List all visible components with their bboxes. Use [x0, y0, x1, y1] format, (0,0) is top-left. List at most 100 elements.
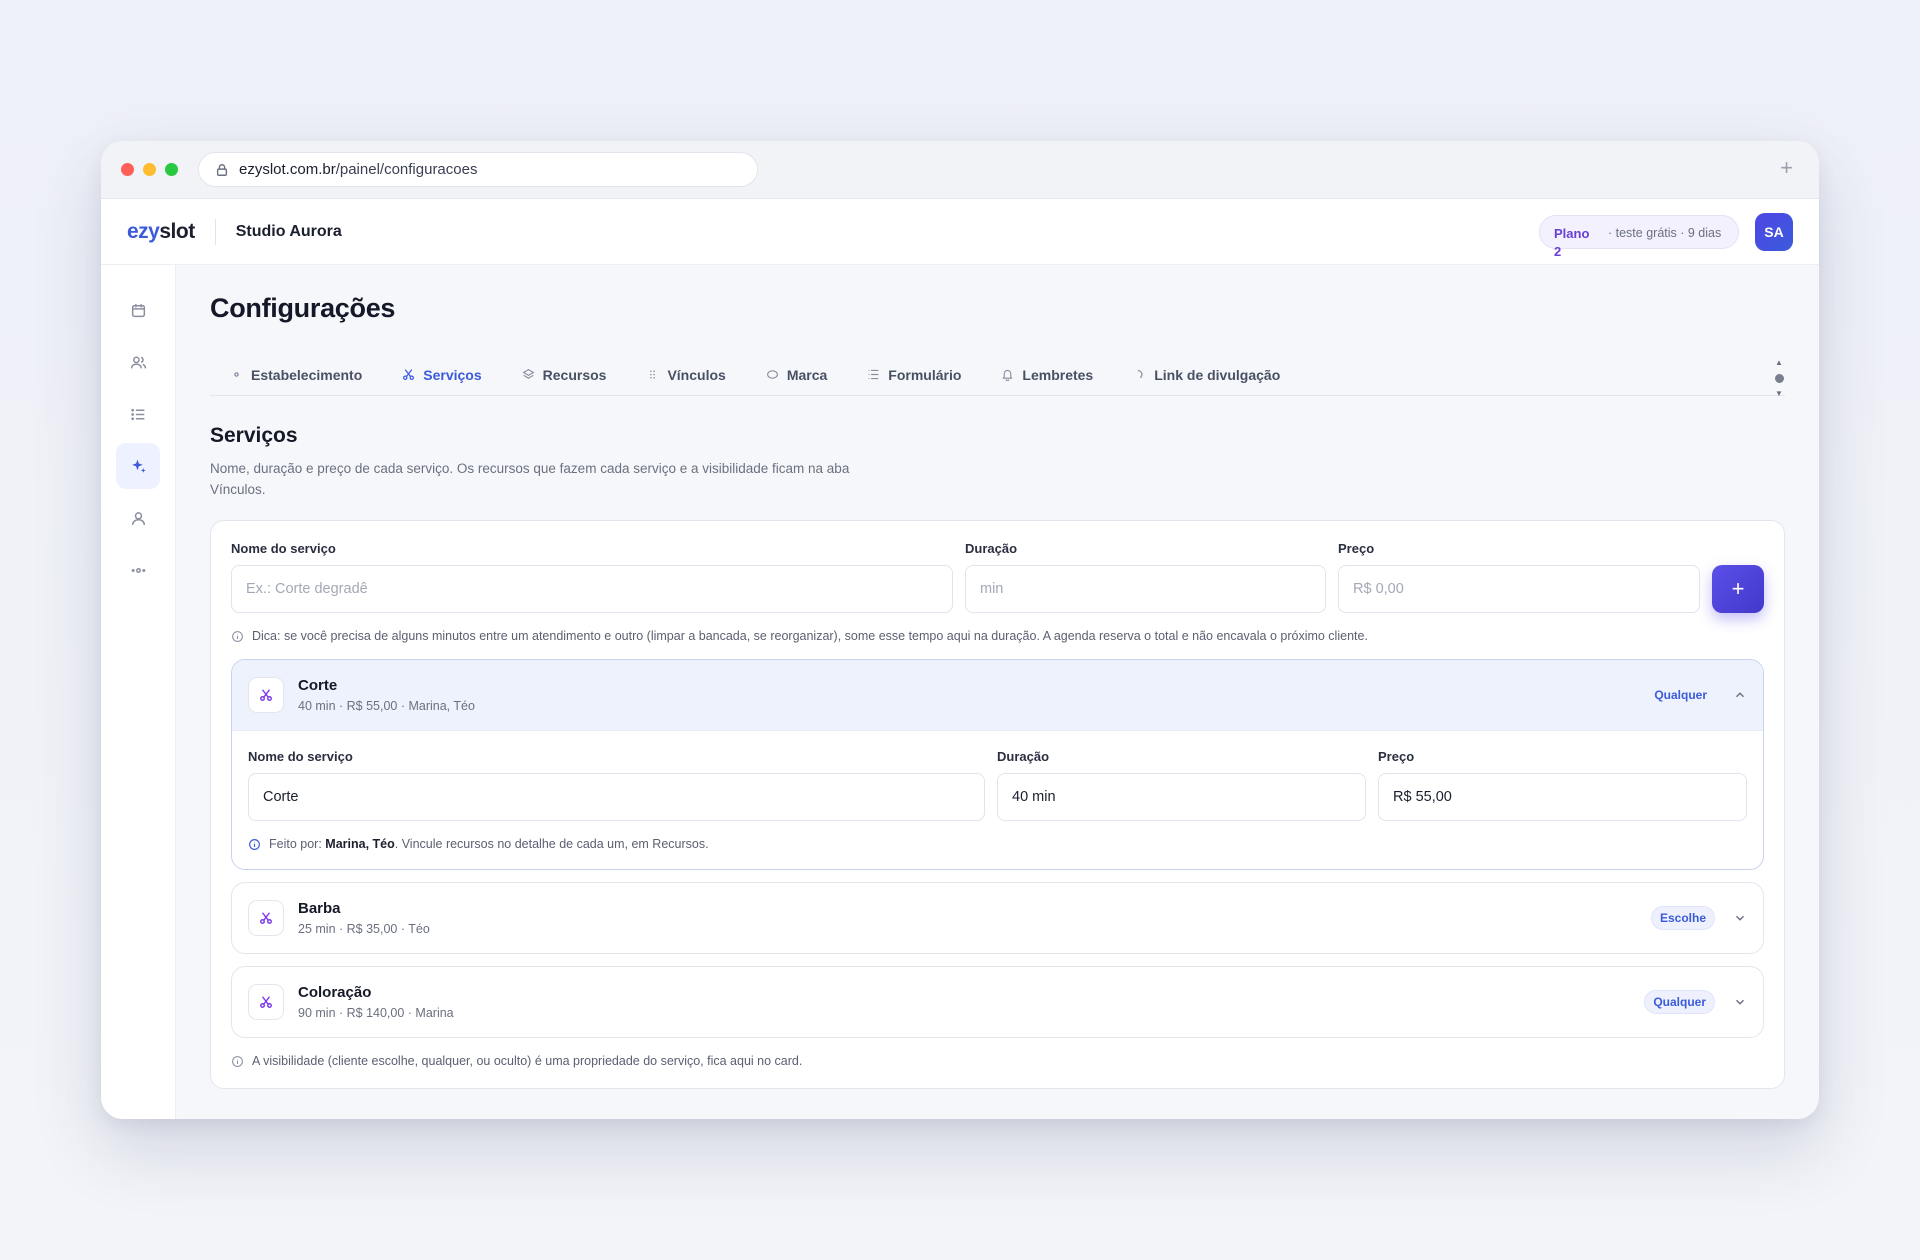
service-header[interactable]: Barba 25 min · R$ 35,00 · Téo Escolhe — [232, 883, 1763, 953]
studio-name: Studio Aurora — [235, 222, 342, 240]
tab-formulario[interactable]: Formulário — [847, 354, 981, 396]
tab-recursos[interactable]: Recursos — [502, 354, 627, 396]
tab-label: Recursos — [542, 366, 607, 383]
close-window-button[interactable] — [121, 163, 134, 176]
scroll-up-icon[interactable]: ▲ — [1775, 358, 1783, 367]
new-name-label: Nome do serviço — [231, 541, 336, 556]
sidebar-item-profile[interactable] — [116, 495, 160, 541]
service-name: Barba — [298, 900, 341, 917]
section-title: Serviços — [210, 424, 298, 447]
edit-price-label: Preço — [1378, 749, 1415, 764]
sidebar-item-list[interactable] — [116, 391, 160, 437]
visibility-tip-text: A visibilidade (cliente escolhe, qualque… — [252, 1054, 803, 1068]
service-meta: 40 min · R$ 55,00 · Marina, Téo — [298, 699, 475, 713]
new-duration-label: Duração — [965, 541, 1018, 556]
info-icon — [249, 838, 260, 850]
visibility-badge[interactable]: Qualquer — [1646, 684, 1715, 706]
list-icon — [130, 408, 144, 420]
chevron-down-icon[interactable] — [1733, 911, 1747, 925]
new-service-name-input[interactable]: Ex.: Corte degradê — [231, 565, 953, 613]
service-header[interactable]: Corte 40 min · R$ 55,00 · Marina, Téo Qu… — [232, 660, 1763, 730]
edit-service-duration-input[interactable]: 40 min — [997, 773, 1366, 821]
service-item-barba: Barba 25 min · R$ 35,00 · Téo Escolhe — [231, 882, 1764, 954]
tab-label: Marca — [786, 366, 828, 383]
app-logo[interactable]: ezyslot — [127, 220, 195, 244]
tab-label: Vínculos — [667, 366, 726, 383]
layers-icon — [522, 368, 535, 379]
minimize-window-button[interactable] — [143, 163, 156, 176]
tab-vinculos[interactable]: Vínculos — [626, 354, 745, 396]
info-icon — [232, 630, 243, 642]
new-price-label: Preço — [1338, 541, 1375, 556]
new-name-field: Nome do serviço Ex.: Corte degradê — [231, 541, 953, 613]
info-icon — [232, 1055, 243, 1067]
sidebar-item-more[interactable] — [116, 547, 160, 593]
service-name: Coloração — [298, 984, 372, 1001]
lock-icon — [216, 163, 228, 176]
tab-lembretes[interactable]: Lembretes — [981, 354, 1113, 396]
chevron-up-icon[interactable] — [1733, 688, 1747, 702]
tab-marca[interactable]: Marca — [746, 354, 847, 396]
new-tab-button[interactable]: + — [1780, 155, 1793, 181]
service-detail: Nome do serviço Corte Duração 40 min Pre… — [232, 730, 1763, 869]
tab-label: Link de divulgação — [1154, 366, 1281, 383]
link-icon — [1137, 369, 1143, 379]
edit-service-name-input[interactable]: Corte — [248, 773, 985, 821]
calendar-icon — [131, 303, 145, 317]
tab-servicos[interactable]: Serviços — [382, 354, 501, 396]
new-duration-field: Duração min — [965, 541, 1326, 613]
chevron-down-icon[interactable] — [1733, 995, 1747, 1009]
tab-label: Lembretes — [1022, 366, 1094, 383]
sidebar-item-calendar[interactable] — [116, 287, 160, 333]
service-meta: 90 min · R$ 140,00 · Marina — [298, 1006, 454, 1020]
page-title: Configurações — [210, 293, 396, 323]
visibility-badge[interactable]: Qualquer — [1644, 990, 1715, 1014]
settings-tabs: Estabelecimento Serviços Recursos Víncul… — [210, 354, 1785, 398]
plan-badge[interactable]: Plano 2 · teste grátis · 9 dias — [1539, 215, 1739, 259]
visibility-badge[interactable]: Escolhe — [1650, 906, 1715, 930]
new-service-duration-input[interactable]: min — [965, 565, 1326, 613]
service-icon — [248, 900, 284, 936]
app-header: ezyslot Studio Aurora Plano 2 · teste gr… — [101, 199, 1819, 265]
maximize-window-button[interactable] — [165, 163, 178, 176]
service-header[interactable]: Coloração 90 min · R$ 140,00 · Marina Qu… — [232, 967, 1763, 1037]
plan-name: Plano 2 — [1554, 226, 1590, 259]
window-controls — [121, 163, 178, 176]
tabs-scrollbar[interactable]: ▲ ▼ — [1773, 358, 1785, 398]
sparkle-icon — [131, 459, 146, 473]
users-icon — [130, 355, 146, 368]
edit-duration-field: Duração 40 min — [997, 749, 1366, 821]
scissors-icon — [260, 689, 272, 701]
dot-icon — [234, 372, 239, 377]
sidebar — [101, 265, 176, 1119]
form-icon — [868, 369, 879, 380]
tab-label: Formulário — [888, 366, 962, 383]
add-service-button[interactable]: + — [1712, 565, 1764, 613]
edit-duration-label: Duração — [997, 749, 1050, 764]
scroll-down-icon[interactable]: ▼ — [1775, 389, 1783, 398]
user-icon — [131, 511, 145, 525]
browser-window: ezyslot.com.br/painel/configuracoes + ez… — [101, 141, 1819, 1119]
services-card: Nome do serviço Ex.: Corte degradê Duraç… — [210, 520, 1785, 1089]
scissors-icon — [260, 996, 272, 1008]
edit-price-field: Preço R$ 55,00 — [1378, 749, 1747, 821]
service-icon — [248, 677, 284, 713]
note-prefix: Feito por: — [269, 837, 326, 851]
new-service-price-input[interactable]: R$ 0,00 — [1338, 565, 1700, 613]
scroll-thumb[interactable] — [1774, 373, 1784, 383]
tab-link-divulgacao[interactable]: Link de divulgação — [1113, 354, 1300, 396]
tab-estabelecimento[interactable]: Estabelecimento — [210, 354, 382, 396]
edit-service-price-input[interactable]: R$ 55,00 — [1378, 773, 1747, 821]
new-service-form: Nome do serviço Ex.: Corte degradê Duraç… — [231, 541, 1764, 613]
service-name: Corte — [298, 677, 338, 694]
duration-tip: Dica: se você precisa de alguns minutos … — [231, 629, 1764, 643]
ellipse-icon — [766, 370, 778, 379]
logo-part-slot: slot — [159, 219, 195, 243]
sidebar-item-settings-services[interactable] — [116, 443, 160, 489]
address-bar[interactable]: ezyslot.com.br/painel/configuracoes — [198, 152, 758, 187]
bell-icon — [1002, 369, 1014, 381]
service-item-coloracao: Coloração 90 min · R$ 140,00 · Marina Qu… — [231, 966, 1764, 1038]
user-avatar[interactable]: SA — [1755, 213, 1793, 251]
sidebar-item-clients[interactable] — [116, 339, 160, 385]
note-people: Marina, Téo — [325, 837, 395, 851]
